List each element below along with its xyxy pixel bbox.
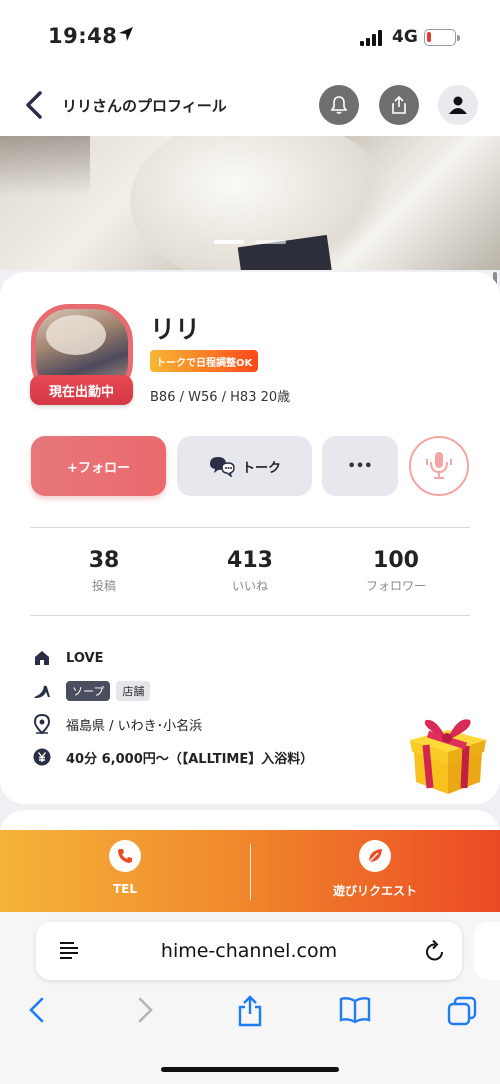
cta-bar: TEL 遊びリクエスト bbox=[0, 830, 500, 912]
stat-likes-value: 413 bbox=[227, 548, 273, 573]
yen-icon bbox=[30, 745, 54, 769]
carousel-indicator bbox=[214, 240, 286, 244]
next-tab-preview[interactable] bbox=[474, 922, 500, 980]
reload-icon[interactable] bbox=[424, 939, 446, 963]
microphone-icon bbox=[426, 452, 452, 479]
tel-label: TEL bbox=[112, 882, 138, 896]
request-button[interactable]: 遊びリクエスト bbox=[250, 840, 500, 899]
share-icon bbox=[392, 95, 406, 114]
battery-icon bbox=[424, 29, 460, 46]
share-button[interactable] bbox=[379, 85, 419, 125]
follow-button[interactable]: +フォロー bbox=[31, 436, 166, 496]
battery-level bbox=[427, 32, 431, 42]
bell-icon bbox=[330, 96, 348, 114]
notification-button[interactable] bbox=[319, 85, 359, 125]
divider bbox=[30, 615, 470, 616]
stat-posts-value: 38 bbox=[88, 548, 120, 573]
gift-button[interactable] bbox=[408, 712, 488, 798]
chat-bubbles-icon bbox=[209, 457, 235, 477]
network-type: 4G bbox=[392, 27, 418, 47]
shop-name: LOVE bbox=[66, 650, 104, 666]
phone-icon bbox=[118, 849, 132, 863]
divider bbox=[30, 527, 470, 528]
carousel-dot-active bbox=[214, 240, 244, 244]
page-title: リリさんのプロフィール bbox=[62, 97, 227, 115]
stat-likes[interactable]: 413 いいね bbox=[190, 548, 310, 594]
status-bar: 19:48 4G bbox=[0, 0, 500, 74]
info-shop[interactable]: LOVE bbox=[30, 646, 103, 670]
voice-button[interactable] bbox=[409, 436, 469, 496]
stat-followers-value: 100 bbox=[373, 548, 419, 573]
url-text: hime-channel.com bbox=[160, 940, 338, 962]
stat-likes-label: いいね bbox=[231, 579, 268, 593]
talk-button-label: トーク bbox=[241, 460, 281, 476]
back-icon[interactable] bbox=[22, 90, 46, 120]
talk-ok-tag: トークで日程調整OK bbox=[150, 350, 259, 372]
gift-icon bbox=[410, 719, 486, 794]
home-icon bbox=[30, 646, 54, 670]
browser-share-icon[interactable] bbox=[236, 994, 264, 1028]
status-time: 19:48 bbox=[48, 24, 118, 48]
category-chip: 店舗 bbox=[116, 681, 151, 701]
page-header: リリさんのプロフィール bbox=[0, 74, 500, 136]
signal-icon bbox=[360, 30, 382, 46]
account-button[interactable] bbox=[438, 85, 478, 125]
address-bar[interactable]: hime-channel.com bbox=[36, 922, 462, 980]
browser-back-icon[interactable] bbox=[26, 996, 48, 1024]
location-text: 福島県 / いわき･小名浜 bbox=[66, 718, 203, 734]
tabs-icon[interactable] bbox=[446, 996, 478, 1026]
stat-followers-label: フォロワー bbox=[365, 579, 426, 593]
live-status-badge: 現在出勤中 bbox=[30, 375, 133, 405]
browser-toolbar: hime-channel.com bbox=[0, 912, 500, 1084]
heel-icon bbox=[30, 679, 54, 703]
request-label: 遊びリクエスト bbox=[332, 884, 417, 898]
category-chip: ソープ bbox=[66, 681, 111, 701]
location-pin-icon bbox=[30, 712, 54, 736]
browser-forward-icon[interactable] bbox=[134, 996, 156, 1024]
location-arrow-icon bbox=[119, 27, 133, 41]
hero-photo[interactable] bbox=[0, 136, 500, 270]
user-icon bbox=[449, 96, 467, 114]
profile-measurements: B86 / W56 / H83 20歳 bbox=[150, 390, 291, 405]
profile-name: リリ bbox=[150, 315, 201, 344]
leaf-icon bbox=[368, 849, 382, 863]
stat-posts[interactable]: 38 投稿 bbox=[44, 548, 164, 594]
stat-followers[interactable]: 100 フォロワー bbox=[336, 548, 456, 594]
info-location[interactable]: 福島県 / いわき･小名浜 bbox=[30, 712, 202, 736]
talk-button[interactable]: トーク bbox=[177, 436, 312, 496]
home-indicator[interactable] bbox=[161, 1067, 339, 1072]
info-categories: ソープ 店舗 bbox=[30, 679, 156, 703]
price-text: 40分 6,000円〜（【ALLTIME】入浴料） bbox=[66, 751, 314, 767]
stat-posts-label: 投稿 bbox=[91, 579, 116, 593]
carousel-dot bbox=[256, 240, 286, 244]
more-button[interactable]: ••• bbox=[322, 436, 398, 496]
bookmarks-icon[interactable] bbox=[338, 996, 372, 1024]
reader-icon[interactable] bbox=[58, 941, 80, 961]
tel-button[interactable]: TEL bbox=[0, 840, 250, 896]
info-price: 40分 6,000円〜（【ALLTIME】入浴料） bbox=[30, 745, 313, 769]
